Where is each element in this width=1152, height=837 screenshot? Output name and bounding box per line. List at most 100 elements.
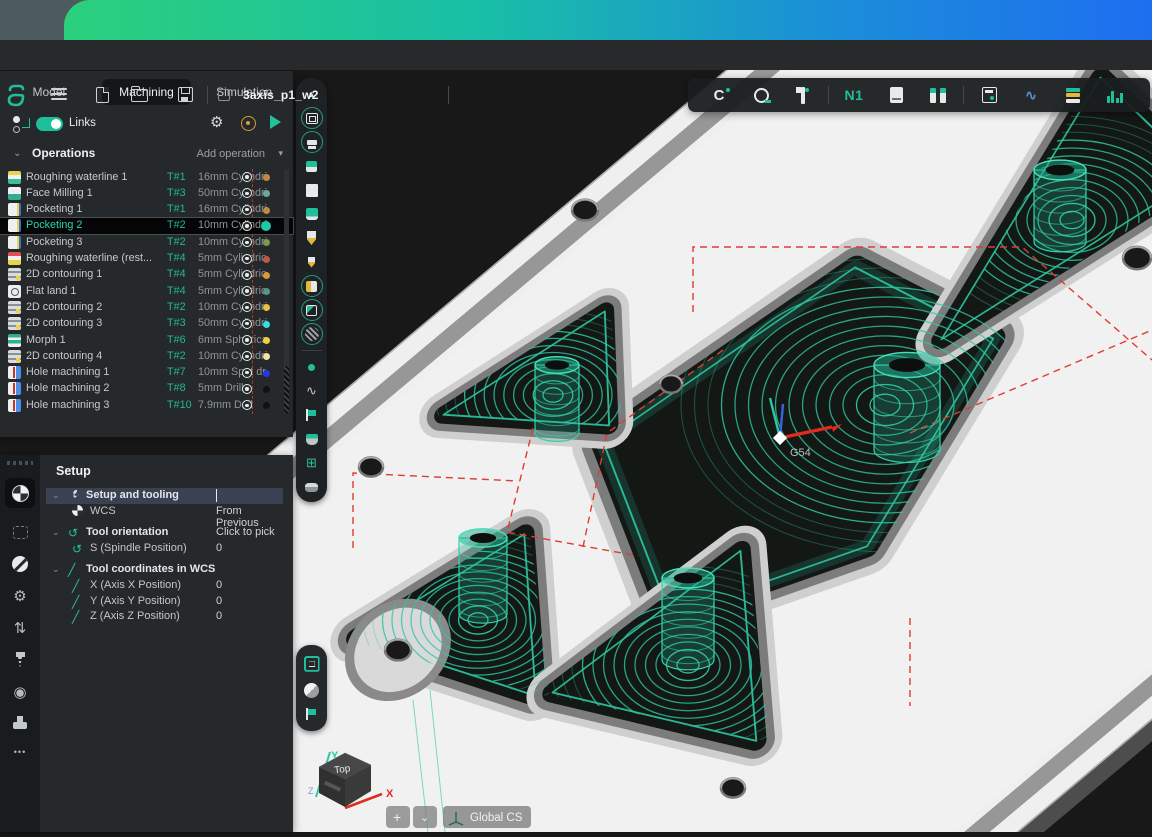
shading-sphere-icon[interactable] (304, 683, 319, 698)
operation-radio[interactable] (242, 254, 252, 264)
operation-row[interactable]: Pocketing 3T#210mm Cylindri (0, 234, 293, 250)
flag-toggle-icon[interactable] (306, 708, 317, 720)
setup-row-value[interactable]: 0 (216, 579, 222, 591)
scrollbar-thumb[interactable] (284, 366, 289, 414)
add-operation-caret[interactable]: ▾ (278, 148, 283, 159)
mesh-grid-icon[interactable]: ⊞ (300, 451, 324, 475)
operation-radio[interactable] (242, 384, 252, 394)
operation-tool-number: T#10 (167, 399, 192, 411)
compass-icon[interactable] (5, 549, 35, 579)
setup-group-tool-coordinates-in-wcs[interactable]: ⌄╱Tool coordinates in WCS (46, 562, 283, 578)
calculator-icon[interactable] (968, 83, 1010, 107)
operation-radio[interactable] (242, 270, 252, 280)
flag-icon[interactable] (300, 403, 324, 427)
drag-handle[interactable] (7, 461, 33, 465)
operation-color-dot (263, 239, 270, 246)
stock-icon[interactable] (300, 178, 324, 202)
tool-stack-icon[interactable] (1052, 83, 1094, 107)
gauge-icon[interactable]: ◉ (5, 677, 35, 707)
setup-row-z[interactable]: ╱Z (Axis Z Position)0 (46, 609, 283, 625)
fixture-icon[interactable] (300, 298, 324, 322)
chevron-down-icon[interactable]: ⌄ (13, 148, 21, 159)
setup-group-tool-orientation[interactable]: ⌄↺Tool orientationClick to pick (46, 525, 283, 541)
cylinder-icon[interactable] (300, 475, 324, 499)
operation-tool-number: T#3 (167, 317, 186, 329)
fit-view-icon[interactable] (304, 656, 320, 672)
chevron-down-icon[interactable]: ⌄ (52, 490, 60, 501)
operation-tool-desc: 10mm Spot dr (198, 366, 248, 378)
curve-icon[interactable]: ∿ (300, 379, 324, 403)
run-simulation-icon[interactable] (270, 115, 281, 129)
setup-row-y[interactable]: ╱Y (Axis Y Position)0 (46, 594, 283, 610)
new-file-button[interactable] (96, 87, 114, 103)
selection-marquee-icon[interactable] (5, 517, 35, 547)
document-icon[interactable] (875, 83, 917, 107)
setup-row-s[interactable]: ↺S (Spindle Position)0 (46, 541, 283, 557)
caliper-icon[interactable] (782, 83, 824, 107)
setup-row-value[interactable]: 0 (216, 542, 222, 554)
stats-bars-icon[interactable] (1094, 83, 1136, 107)
waveform-icon[interactable]: ∿ (1010, 83, 1052, 107)
tool-pair-icon[interactable] (917, 83, 959, 107)
operation-radio[interactable] (242, 172, 252, 182)
machine-icon[interactable] (300, 106, 324, 130)
drill-tool-icon[interactable] (5, 645, 35, 675)
chevron-down-icon[interactable]: ⌄ (52, 564, 60, 575)
links-toggle[interactable] (36, 117, 63, 131)
gear-icon[interactable]: ⚙ (210, 113, 223, 131)
setup-row-wcs[interactable]: WCSFrom Previous (46, 504, 283, 520)
cutter-icon[interactable] (300, 226, 324, 250)
swap-order-icon[interactable]: ⇅ (5, 613, 35, 643)
operation-row[interactable]: Face Milling 1T#350mm Cylindri (0, 185, 293, 201)
divider (448, 86, 449, 104)
tool-icon[interactable] (300, 154, 324, 178)
operation-row[interactable]: Roughing waterline (rest...T#45mm Cylind… (0, 251, 293, 267)
operation-row[interactable]: Hole machining 1T#710mm Spot dr (0, 365, 293, 381)
clamp-icon[interactable] (300, 427, 324, 451)
operation-row[interactable]: Pocketing 2T#210mm Cylindri (0, 218, 293, 234)
snap-magnet-icon[interactable]: C (698, 83, 740, 107)
operation-radio[interactable] (242, 335, 252, 345)
operation-row[interactable]: Morph 1T#66mm Spherica (0, 332, 293, 348)
main-menu-button[interactable] (51, 87, 69, 103)
operations-scrollbar[interactable] (284, 169, 289, 414)
workpiece-icon[interactable] (300, 202, 324, 226)
operation-row[interactable]: 2D contouring 4T#210mm Cylindri (0, 348, 293, 364)
setup-group-value[interactable]: Click to pick (216, 526, 275, 538)
save-file-button[interactable] (178, 87, 196, 103)
operation-radio[interactable] (242, 368, 252, 378)
operation-radio[interactable] (242, 319, 252, 329)
open-file-button[interactable] (131, 87, 149, 103)
app-logo[interactable] (5, 84, 28, 107)
chevron-down-icon[interactable]: ⌄ (52, 527, 60, 538)
spindle-head-icon[interactable] (300, 130, 324, 154)
recalculate-icon[interactable] (241, 116, 256, 131)
more-icon[interactable]: ••• (5, 737, 35, 767)
point-icon[interactable] (300, 355, 324, 379)
gcode-n1-icon[interactable]: N1 (833, 83, 875, 107)
setup-group-setup-and-tooling[interactable]: ⌄Setup and tooling (46, 488, 283, 504)
operation-radio[interactable] (242, 205, 252, 215)
operation-row[interactable]: Hole machining 2T#85mm Drill (0, 381, 293, 397)
wcs-target-icon[interactable] (5, 478, 35, 508)
operation-row[interactable]: 2D contouring 1T#45mm Cylindric (0, 267, 293, 283)
operation-row[interactable]: Hole machining 3T#107.9mm Drill (0, 397, 293, 413)
operation-radio[interactable] (242, 221, 252, 231)
operation-type-icon (8, 236, 21, 249)
gear-icon[interactable]: ⚙ (5, 581, 35, 611)
project-title[interactable]: 3axis_p1_w2 (243, 88, 319, 102)
operation-row[interactable]: Roughing waterline 1T#116mm Cylindri (0, 169, 293, 185)
tool-holder-icon[interactable] (5, 707, 35, 737)
add-operation-button[interactable]: Add operation (197, 148, 266, 160)
cutter-small-icon[interactable] (300, 250, 324, 274)
operation-row[interactable]: Pocketing 1T#116mm Cylindri (0, 202, 293, 218)
setup-row-value[interactable]: 0 (216, 595, 222, 607)
stock-hatch-icon[interactable] (300, 322, 324, 346)
operation-row[interactable]: 2D contouring 3T#350mm Cylindri (0, 316, 293, 332)
operation-row[interactable]: 2D contouring 2T#210mm Cylindri (0, 299, 293, 315)
measure-tape-icon[interactable] (740, 83, 782, 107)
setup-row-value[interactable]: 0 (216, 610, 222, 622)
setup-row-x[interactable]: ╱X (Axis X Position)0 (46, 578, 283, 594)
operation-row[interactable]: Flat land 1T#45mm Cylindric (0, 283, 293, 299)
probe-icon[interactable] (300, 274, 324, 298)
